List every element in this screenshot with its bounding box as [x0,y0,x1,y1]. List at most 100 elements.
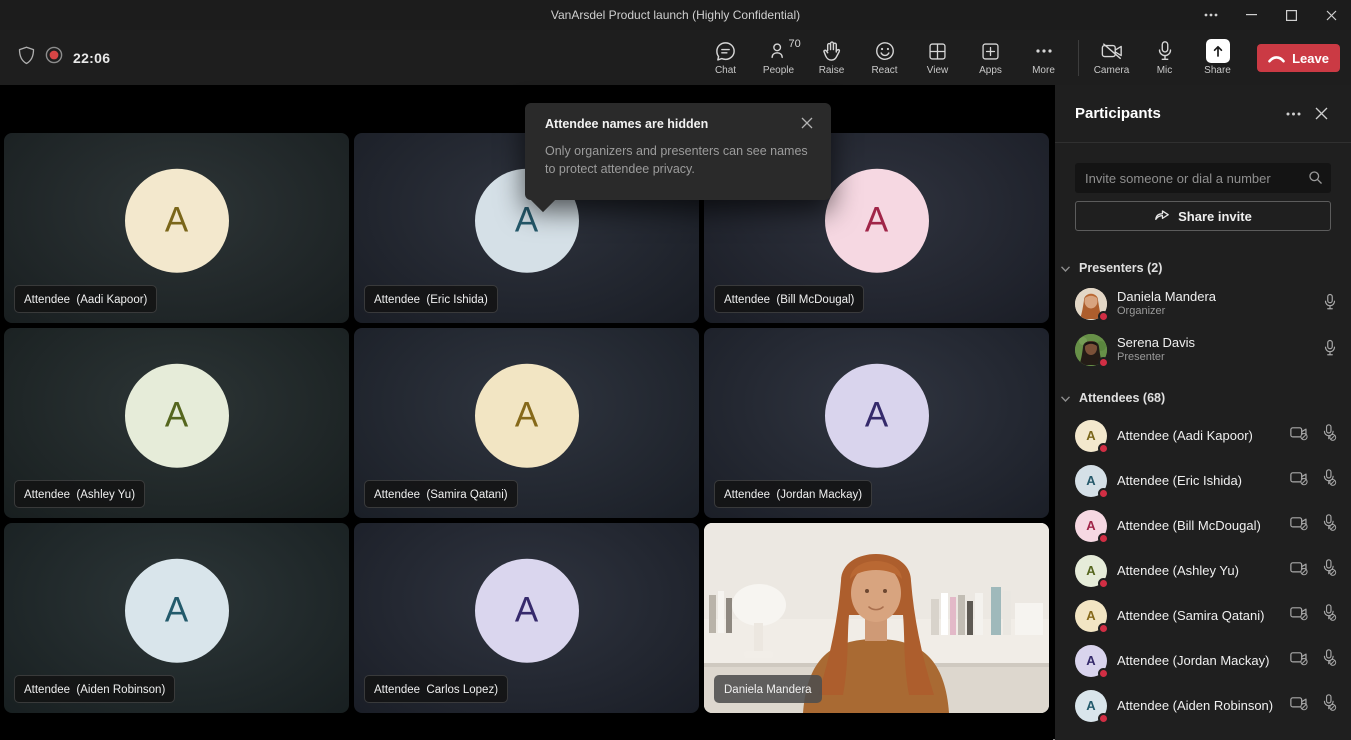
share-invite-icon [1154,207,1170,225]
attendee-row[interactable]: A Attendee (Samira Qatani) [1075,593,1339,638]
people-button[interactable]: 70 People [752,34,805,82]
invite-input[interactable] [1075,163,1331,193]
titlebar: VanArsdel Product launch (Highly Confide… [0,0,1351,30]
presence-busy-dot [1098,488,1109,499]
mic-button[interactable]: Mic [1138,34,1191,82]
panel-title: Participants [1075,105,1279,122]
presenter-role: Organizer [1117,305,1323,319]
camera-disabled-icon[interactable] [1290,425,1309,446]
mic-on-icon[interactable] [1323,339,1337,362]
search-icon [1308,170,1323,190]
minimize-button[interactable] [1231,0,1271,30]
video-grid: A Attendee (Aadi Kapoor) A Attendee (Eri… [4,133,1049,713]
attendee-name: Attendee (Bill McDougal) [1117,518,1290,533]
mic-disabled-icon[interactable] [1322,514,1337,537]
presence-busy-dot [1098,623,1109,634]
avatar: A [475,559,579,663]
share-button[interactable]: Share [1191,34,1244,82]
chat-button[interactable]: Chat [699,34,752,82]
hangup-phone-icon [1268,51,1285,66]
mic-disabled-icon[interactable] [1322,694,1337,717]
camera-disabled-icon[interactable] [1290,470,1309,491]
shield-icon [18,46,35,70]
teams-meeting-window: VanArsdel Product launch (Highly Confide… [0,0,1351,740]
meeting-timer: 22:06 [73,50,110,66]
attendee-row[interactable]: A Attendee (Ashley Yu) [1075,548,1339,593]
tooltip-close-icon[interactable] [801,116,813,134]
avatar-letter: A [165,396,188,436]
presenter-role: Presenter [1117,351,1323,365]
mic-disabled-icon[interactable] [1322,649,1337,672]
maximize-button[interactable] [1271,0,1311,30]
avatar: A [825,169,929,273]
camera-disabled-icon[interactable] [1290,695,1309,716]
attendee-name: Attendee (Ashley Yu) [1117,563,1290,578]
video-tile-live[interactable]: Daniela Mandera [704,523,1049,713]
participant-name-label: Daniela Mandera [714,675,822,703]
participants-panel: Participants Share invite [1055,85,1351,740]
attendee-row[interactable]: A Attendee (Aiden Robinson) [1075,683,1339,728]
attendee-row[interactable]: A Attendee (Aadi Kapoor) [1075,413,1339,458]
video-tile[interactable]: A Attendee (Aiden Robinson) [4,523,349,713]
leave-button[interactable]: Leave [1257,44,1340,72]
presenter-row[interactable]: Serena Davis Presenter [1075,327,1339,373]
video-tile[interactable]: A Attendee (Ashley Yu) [4,328,349,518]
camera-button[interactable]: Camera [1085,34,1138,82]
attendee-name: Attendee (Aadi Kapoor) [1117,428,1290,443]
mic-on-icon[interactable] [1323,293,1337,316]
avatar: A [1075,465,1107,497]
tooltip-title: Attendee names are hidden [545,117,801,131]
chevron-down-icon [1061,389,1070,407]
panel-more-icon[interactable] [1279,100,1307,128]
view-grid-icon [927,39,948,63]
raise-hand-button[interactable]: Raise [805,34,858,82]
mic-disabled-icon[interactable] [1322,604,1337,627]
titlebar-more-icon[interactable] [1191,0,1231,30]
view-button[interactable]: View [911,34,964,82]
video-tile[interactable]: A Attendee Carlos Lopez) [354,523,699,713]
panel-close-icon[interactable] [1307,100,1335,128]
camera-disabled-icon[interactable] [1290,650,1309,671]
avatar: A [1075,555,1107,587]
attendees-section-header[interactable]: Attendees (68) [1061,389,1339,407]
camera-disabled-icon[interactable] [1290,515,1309,536]
video-tile[interactable]: A Attendee (Samira Qatani) [354,328,699,518]
presenter-row[interactable]: Daniela Mandera Organizer [1075,281,1339,327]
video-tile[interactable]: A Attendee (Aadi Kapoor) [4,133,349,323]
presence-busy-dot [1098,357,1109,368]
attendee-row[interactable]: A Attendee (Jordan Mackay) [1075,638,1339,683]
camera-disabled-icon[interactable] [1290,605,1309,626]
mic-disabled-icon[interactable] [1322,559,1337,582]
participant-name-label: Attendee (Aadi Kapoor) [14,285,157,313]
toolbar-device-buttons: Camera Mic Share [1085,34,1244,82]
camera-off-icon [1100,39,1124,63]
avatar-letter: A [865,201,888,241]
mic-icon [1156,39,1174,63]
mic-disabled-icon[interactable] [1322,469,1337,492]
people-count-badge: 70 [789,38,801,50]
attendee-row[interactable]: A Attendee (Eric Ishida) [1075,458,1339,503]
react-button[interactable]: React [858,34,911,82]
avatar: A [125,169,229,273]
participant-name-label: Attendee (Jordan Mackay) [714,480,872,508]
apps-button[interactable]: Apps [964,34,1017,82]
mic-disabled-icon[interactable] [1322,424,1337,447]
avatar-letter: A [1086,608,1095,623]
presence-busy-dot [1098,578,1109,589]
more-button[interactable]: More [1017,34,1070,82]
avatar-letter: A [1086,653,1095,668]
camera-disabled-icon[interactable] [1290,560,1309,581]
people-icon: 70 [768,39,790,63]
avatar: A [475,364,579,468]
chevron-down-icon [1061,259,1070,277]
share-invite-button[interactable]: Share invite [1075,201,1331,231]
attendee-name: Attendee (Aiden Robinson) [1117,698,1290,713]
share-screen-icon [1206,39,1230,63]
avatar [1075,334,1107,366]
attendee-list: A Attendee (Aadi Kapoor) [1075,413,1339,728]
attendee-row[interactable]: A Attendee (Bill McDougal) [1075,503,1339,548]
video-tile[interactable]: A Attendee (Jordan Mackay) [704,328,1049,518]
attendee-names-tooltip: Attendee names are hidden Only organizer… [525,103,831,200]
presenters-section-header[interactable]: Presenters (2) [1061,259,1339,277]
close-window-button[interactable] [1311,0,1351,30]
